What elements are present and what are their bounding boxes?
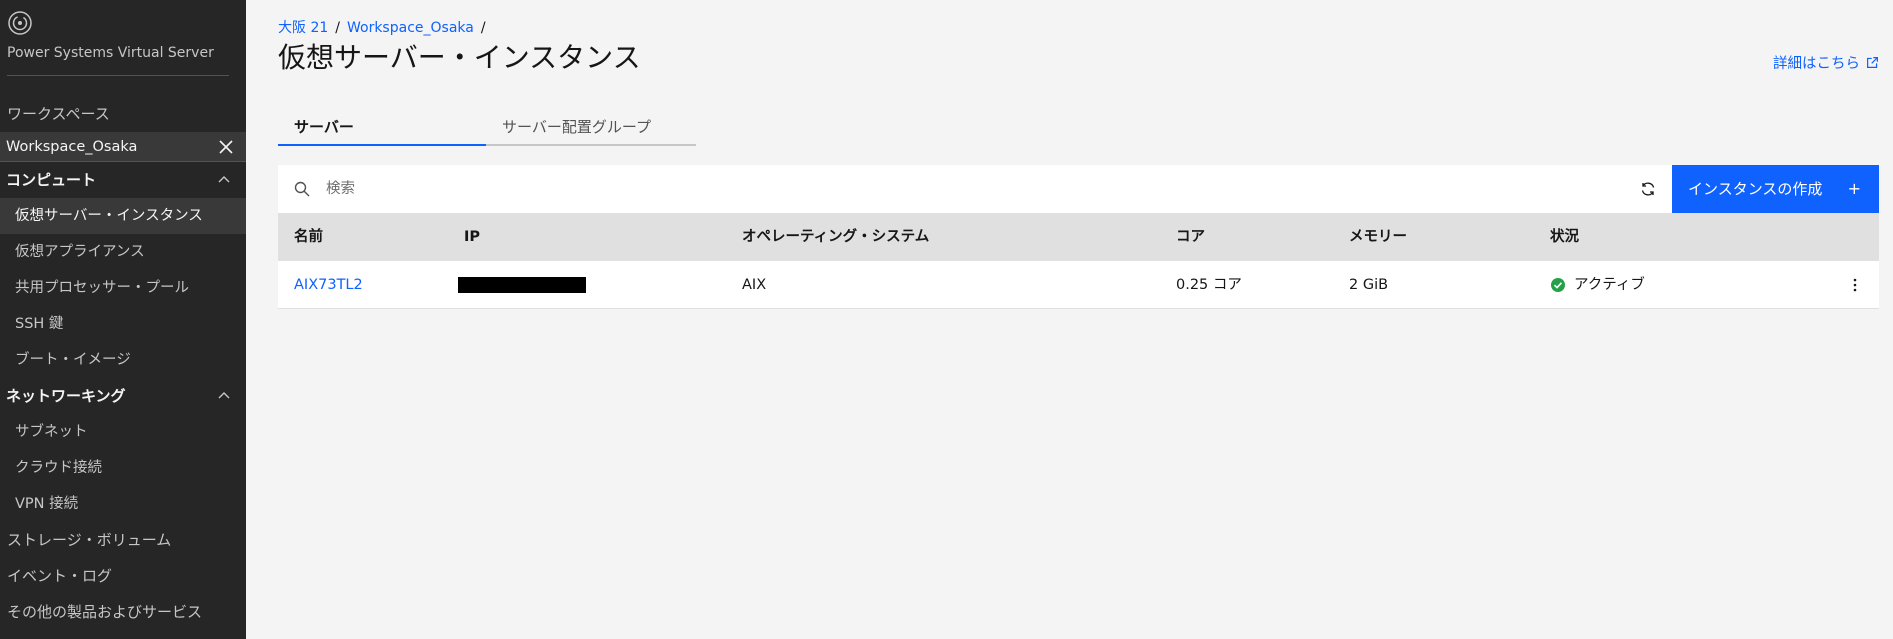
breadcrumb-workspace-link[interactable]: Workspace_Osaka — [347, 20, 474, 36]
breadcrumb-separator: / — [480, 20, 486, 36]
page-title: 仮想サーバー・インスタンス — [278, 41, 641, 74]
sidebar-section-label: コンピュート — [6, 171, 97, 189]
sidebar-item-subnets[interactable]: サブネット — [0, 414, 246, 450]
sidebar-section-compute[interactable]: コンピュート — [0, 162, 246, 198]
row-overflow-menu[interactable] — [1831, 261, 1879, 308]
create-instance-button[interactable]: インスタンスの作成 + — [1672, 165, 1879, 213]
main-content: 大阪 21 / Workspace_Osaka / 仮想サーバー・インスタンス 詳細は… — [246, 0, 1893, 639]
brand[interactable]: Power Systems Virtual Server — [0, 0, 246, 76]
instance-status: アクティブ — [1534, 261, 1831, 308]
tab-server-placement-groups[interactable]: サーバー配置グループ — [486, 112, 696, 146]
breadcrumb: 大阪 21 / Workspace_Osaka / — [278, 17, 493, 37]
workspace-name: Workspace_Osaka — [6, 139, 138, 155]
search-icon — [294, 181, 310, 197]
sidebar-item-shared-processor-pools[interactable]: 共用プロセッサー・プール — [0, 270, 246, 306]
close-icon[interactable] — [218, 139, 234, 155]
sidebar-item-virtual-appliances[interactable]: 仮想アプライアンス — [0, 234, 246, 270]
sidebar-item-other-products[interactable]: その他の製品およびサービス — [0, 594, 246, 630]
instance-ip — [454, 261, 726, 308]
chevron-up-icon — [218, 392, 230, 399]
sidebar: Power Systems Virtual Server ワークスペース Wor… — [0, 0, 246, 639]
breadcrumb-separator: / — [335, 20, 340, 36]
column-header-name[interactable]: 名前 — [278, 213, 454, 261]
power-virtual-server-icon — [8, 11, 32, 35]
refresh-button[interactable] — [1624, 165, 1672, 213]
search-container — [278, 165, 1624, 213]
create-instance-label: インスタンスの作成 — [1688, 180, 1823, 198]
sidebar-divider — [7, 75, 229, 76]
learn-more-label: 詳細はこちら — [1773, 56, 1860, 72]
refresh-icon — [1641, 182, 1655, 196]
sidebar-item-storage-volumes[interactable]: ストレージ・ボリューム — [0, 522, 246, 558]
instance-cores: 0.25 コア — [1176, 277, 1242, 293]
sidebar-item-event-logs[interactable]: イベント・ログ — [0, 558, 246, 594]
table-header: 名前 IP オペレーティング・システム コア メモリー 状況 — [278, 213, 1879, 261]
sidebar-item-cloud-connections[interactable]: クラウド接続 — [0, 450, 246, 486]
search-input[interactable] — [278, 165, 1624, 213]
table-toolbar: インスタンスの作成 + — [278, 165, 1879, 213]
workspace-selector[interactable]: Workspace_Osaka — [0, 132, 246, 162]
column-header-memory[interactable]: メモリー — [1333, 213, 1534, 261]
chevron-up-icon — [218, 176, 230, 183]
column-header-ip[interactable]: IP — [454, 213, 726, 261]
sidebar-item-ssh-keys[interactable]: SSH 鍵 — [0, 306, 246, 342]
launch-icon — [1867, 57, 1878, 68]
sidebar-item-boot-images[interactable]: ブート・イメージ — [0, 342, 246, 378]
sidebar-item-vpn-connections[interactable]: VPN 接続 — [0, 486, 246, 522]
sidebar-nav: ワークスペース Workspace_Osaka コンピュート 仮想サーバー・イン… — [0, 96, 246, 630]
sidebar-item-workspaces[interactable]: ワークスペース — [0, 96, 246, 132]
breadcrumb-region-link[interactable]: 大阪 21 — [278, 20, 328, 36]
sidebar-item-virtual-server-instances[interactable]: 仮想サーバー・インスタンス — [0, 198, 246, 234]
column-header-actions — [1831, 213, 1879, 261]
column-header-os[interactable]: オペレーティング・システム — [726, 213, 1160, 261]
status-badge: アクティブ — [1550, 261, 1831, 309]
instances-table: 名前 IP オペレーティング・システム コア メモリー 状況 AIX73TL2 … — [278, 213, 1879, 309]
status-label: アクティブ — [1574, 277, 1645, 293]
learn-more-link[interactable]: 詳細はこちら — [1773, 52, 1879, 73]
overflow-menu-vertical-icon — [1853, 278, 1857, 292]
tab-servers[interactable]: サーバー — [278, 112, 486, 146]
column-header-status[interactable]: 状況 — [1534, 213, 1831, 261]
instance-name-link[interactable]: AIX73TL2 — [278, 261, 454, 308]
table-row: AIX73TL2 AIX 0.25 コア 2 GiB アクティブ — [278, 261, 1879, 309]
instance-os: AIX — [742, 277, 767, 293]
instance-memory: 2 GiB — [1349, 277, 1389, 293]
checkmark-filled-icon — [1551, 278, 1565, 292]
product-name: Power Systems Virtual Server — [7, 45, 214, 61]
redacted-ip-block — [458, 277, 586, 293]
add-icon: + — [1847, 179, 1861, 198]
sidebar-section-label: ネットワーキング — [6, 387, 126, 405]
column-header-cores[interactable]: コア — [1160, 213, 1333, 261]
tab-list: サーバー サーバー配置グループ — [278, 112, 696, 146]
sidebar-section-networking[interactable]: ネットワーキング — [0, 378, 246, 414]
